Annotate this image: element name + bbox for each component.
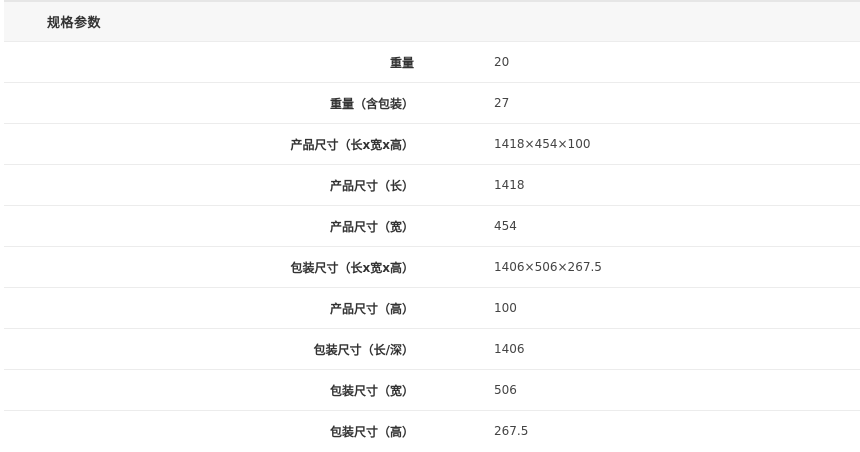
spec-row-weight: 重量 20 [4,41,860,82]
spec-header: 规格参数 [4,0,860,41]
spec-value: 1406 [494,342,525,356]
spec-value: 100 [494,301,517,315]
spec-row-package-width: 包装尺寸（宽） 506 [4,369,860,410]
spec-row-weight-with-package: 重量（含包装） 27 [4,82,860,123]
spec-row-product-length: 产品尺寸（长） 1418 [4,164,860,205]
spec-row-product-width: 产品尺寸（宽） 454 [4,205,860,246]
spec-value: 20 [494,55,510,69]
spec-label: 产品尺寸（长） [329,178,414,193]
spec-row-product-height: 产品尺寸（高） 100 [4,287,860,328]
spec-label: 产品尺寸（宽） [329,219,414,234]
spec-table: 规格参数 重量 20 重量（含包装） 27 产品尺寸（长x宽x高） 1418×4… [0,0,860,452]
spec-value: 267.5 [494,424,529,438]
spec-label: 包装尺寸（长/深） [313,342,414,357]
spec-label: 重量 [389,55,414,70]
spec-label: 产品尺寸（高） [329,301,414,316]
spec-row-package-size: 包装尺寸（长x宽x高） 1406×506×267.5 [4,246,860,287]
spec-value: 1406×506×267.5 [494,260,602,274]
spec-label: 包装尺寸（宽） [329,383,414,398]
spec-value: 1418×454×100 [494,137,591,151]
spec-row-package-length: 包装尺寸（长/深） 1406 [4,328,860,369]
spec-header-title: 规格参数 [47,16,102,31]
spec-value: 27 [494,96,510,110]
spec-row-package-height: 包装尺寸（高） 267.5 [4,410,860,451]
spec-label: 包装尺寸（长x宽x高） [290,260,414,275]
spec-value: 506 [494,383,517,397]
spec-value: 454 [494,219,517,233]
spec-value: 1418 [494,178,525,192]
spec-label: 包装尺寸（高） [329,424,414,439]
spec-label: 产品尺寸（长x宽x高） [290,137,414,152]
spec-label: 重量（含包装） [329,96,414,111]
spec-row-product-size: 产品尺寸（长x宽x高） 1418×454×100 [4,123,860,164]
